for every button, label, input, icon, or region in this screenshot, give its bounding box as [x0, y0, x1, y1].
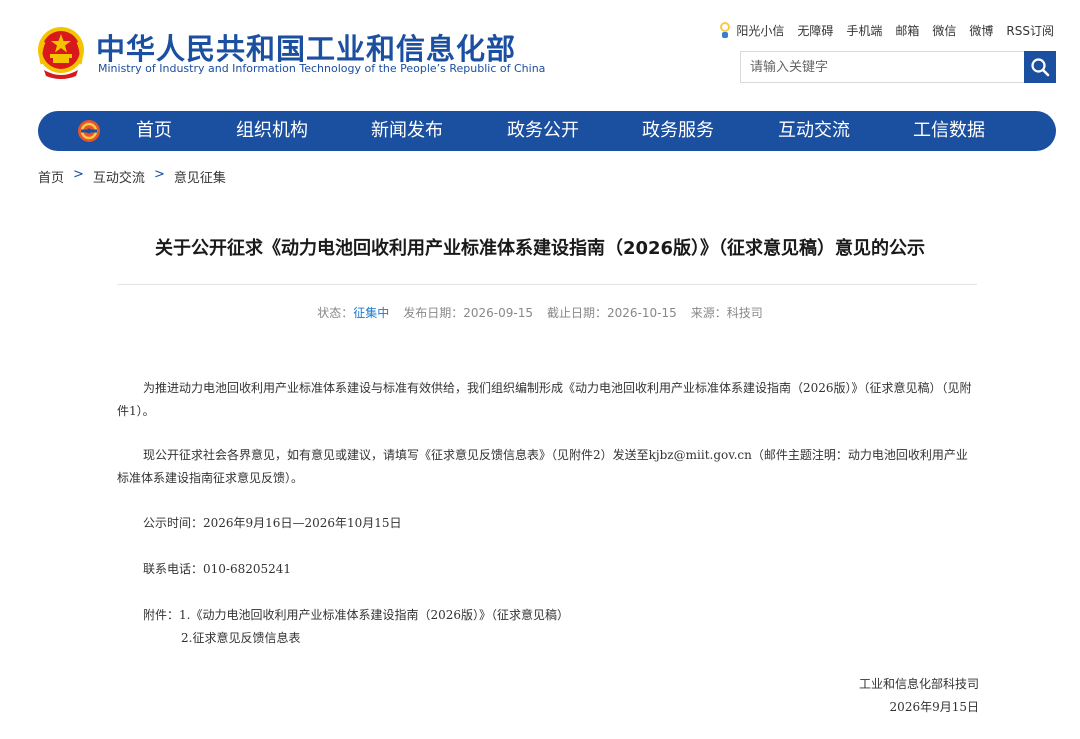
site-name-en[interactable]: Ministry of Industry and Information Tec… — [98, 62, 545, 75]
status-badge: 征集中 — [353, 306, 390, 320]
attachment-link-1[interactable]: 附件：1.《动力电池回收利用产业标准体系建设指南（2026版）》（征求意见稿） — [143, 604, 569, 627]
nav-item-interaction[interactable]: 互动交流 — [778, 111, 850, 151]
sunshine-mascot-icon — [720, 22, 731, 38]
signature-date: 2026年9月15日 — [889, 700, 979, 714]
top-link-wechat[interactable]: 微信 — [932, 22, 956, 39]
search-icon — [1031, 58, 1050, 77]
breadcrumb-consultation[interactable]: 意见征集 — [174, 167, 226, 186]
top-link-weibo[interactable]: 微博 — [969, 22, 993, 39]
miit-logo-icon — [78, 120, 100, 142]
top-link-sunshine[interactable]: 阳光小信 — [718, 21, 784, 39]
publish-date: 2026-09-15 — [463, 306, 533, 320]
page-title: 关于公开征求《动力电池回收利用产业标准体系建设指南（2026版）》（征求意见稿）… — [154, 238, 926, 259]
national-emblem-icon — [38, 27, 84, 79]
signature-org: 工业和信息化部科技司 — [858, 677, 979, 691]
nav-item-gov-services[interactable]: 政务服务 — [642, 111, 714, 151]
status-label: 状态： — [317, 306, 354, 320]
nav-item-news[interactable]: 新闻发布 — [371, 111, 443, 151]
breadcrumb-separator: > — [73, 167, 84, 182]
main-nav: 首页 组织机构 新闻发布 政务公开 政务服务 互动交流 工信数据 — [38, 111, 1056, 151]
nav-item-data[interactable]: 工信数据 — [913, 111, 985, 151]
contact-phone: 联系电话：010-68205241 — [143, 562, 292, 576]
search-button[interactable] — [1024, 51, 1056, 83]
top-link-label: 阳光小信 — [736, 23, 785, 38]
deadline-date: 2026-10-15 — [607, 306, 677, 320]
nav-item-organization[interactable]: 组织机构 — [236, 111, 308, 151]
source-label: 来源： — [690, 306, 727, 320]
nav-item-gov-affairs-open[interactable]: 政务公开 — [507, 111, 579, 151]
notice-period: 公示时间：2026年9月16日—2026年10月15日 — [143, 516, 402, 530]
breadcrumb-interaction[interactable]: 互动交流 — [93, 167, 145, 186]
breadcrumb: 首页 > 互动交流 > 意见征集 — [38, 167, 226, 186]
top-link-mobile[interactable]: 手机端 — [846, 22, 882, 39]
source-value: 科技司 — [726, 306, 763, 320]
top-link-email[interactable]: 邮箱 — [895, 22, 919, 39]
top-link-accessibility[interactable]: 无障碍 — [797, 22, 833, 39]
search-box — [740, 51, 1056, 83]
title-divider — [117, 284, 977, 285]
article-paragraph: 现公开征求社会各界意见，如有意见或建议，请填写《征求意见反馈信息表》（见附件2）… — [117, 448, 968, 485]
site-header: 中华人民共和国工业和信息化部 Ministry of Industry and … — [0, 0, 1080, 108]
publish-date-label: 发布日期： — [403, 306, 464, 320]
nav-item-home[interactable]: 首页 — [136, 111, 172, 151]
article-paragraph: 为推进动力电池回收利用产业标准体系建设与标准有效供给，我们组织编制形成《动力电池… — [117, 381, 972, 418]
search-input[interactable] — [741, 52, 1024, 82]
breadcrumb-separator: > — [153, 167, 165, 182]
attachment-link-2[interactable]: 2.征求意见反馈信息表 — [181, 627, 300, 650]
deadline-label: 截止日期： — [547, 306, 608, 320]
top-links: 阳光小信 无障碍 手机端 邮箱 微信 微博 RSS订阅 — [718, 21, 1054, 39]
article-meta: 状态：征集中 发布日期：2026-09-15 截止日期：2026-10-15 来源：科… — [0, 304, 1080, 321]
top-link-rss[interactable]: RSS订阅 — [1006, 22, 1054, 39]
breadcrumb-home[interactable]: 首页 — [38, 167, 64, 186]
